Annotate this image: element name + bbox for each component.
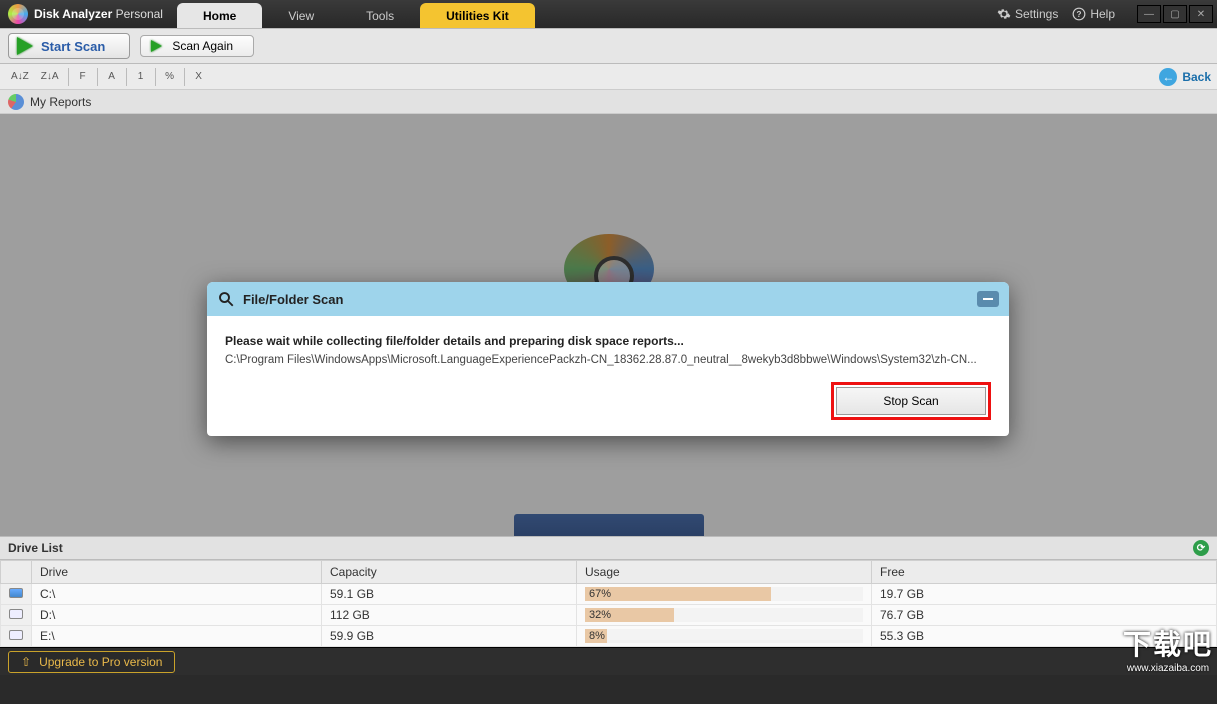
drive-name: E:\ (32, 626, 322, 647)
svg-text:?: ? (1077, 10, 1082, 19)
sort-asc-button[interactable]: A↓Z (6, 67, 34, 87)
app-logo-icon (8, 4, 28, 24)
separator (126, 68, 127, 86)
stop-scan-button[interactable]: Stop Scan (836, 387, 986, 415)
drive-list-header: Drive List ⟳ (0, 536, 1217, 560)
filter-f-button[interactable]: F (73, 67, 93, 87)
separator (68, 68, 69, 86)
gear-icon (997, 7, 1011, 21)
dialog-minimize-button[interactable] (977, 291, 999, 307)
app-name: Disk Analyzer Personal (34, 7, 163, 21)
help-label: Help (1090, 7, 1115, 21)
table-row[interactable]: C:\59.1 GB67%19.7 GB (1, 584, 1217, 605)
main-tabs: Home View Tools Utilities Kit (177, 3, 535, 28)
search-icon (217, 290, 235, 308)
drive-list-title: Drive List (8, 541, 63, 555)
dialog-current-path: C:\Program Files\WindowsApps\Microsoft.L… (225, 354, 991, 366)
drive-icon (9, 588, 23, 598)
drive-capacity: 59.9 GB (322, 626, 577, 647)
back-button[interactable]: ← Back (1159, 68, 1211, 86)
back-label: Back (1182, 70, 1211, 84)
back-arrow-icon: ← (1159, 68, 1177, 86)
tab-tools[interactable]: Tools (340, 3, 420, 28)
drive-free: 55.3 GB (872, 626, 1217, 647)
table-row[interactable]: D:\112 GB32%76.7 GB (1, 605, 1217, 626)
dialog-titlebar: File/Folder Scan (207, 282, 1009, 316)
start-scan-label: Start Scan (41, 39, 105, 54)
stop-scan-highlight: Stop Scan (831, 382, 991, 420)
upgrade-label: Upgrade to Pro version (39, 655, 162, 669)
upgrade-button[interactable]: ⇧ Upgrade to Pro version (8, 651, 175, 673)
ribbon-bar: Start Scan Scan Again (0, 28, 1217, 64)
drive-icon (9, 630, 23, 640)
window-maximize-button[interactable]: ▢ (1163, 5, 1187, 23)
drive-name: C:\ (32, 584, 322, 605)
dialog-title: File/Folder Scan (243, 292, 343, 307)
drive-usage: 32% (577, 605, 872, 626)
tool-strip: A↓Z Z↓A F A 1 % X ← Back (0, 64, 1217, 90)
scan-again-button[interactable]: Scan Again (140, 35, 254, 57)
separator (97, 68, 98, 86)
sort-desc-button[interactable]: Z↓A (36, 67, 64, 87)
drive-name: D:\ (32, 605, 322, 626)
my-reports-label: My Reports (30, 95, 91, 109)
window-close-button[interactable]: ✕ (1189, 5, 1213, 23)
separator (184, 68, 185, 86)
up-arrow-icon: ⇧ (21, 655, 31, 669)
dialog-message: Please wait while collecting file/folder… (225, 334, 991, 348)
tab-utilities-kit[interactable]: Utilities Kit (420, 3, 535, 28)
separator (155, 68, 156, 86)
settings-link[interactable]: Settings (993, 7, 1062, 21)
drive-free: 76.7 GB (872, 605, 1217, 626)
drive-capacity: 112 GB (322, 605, 577, 626)
scan-progress-dialog: File/Folder Scan Please wait while colle… (207, 282, 1009, 436)
filter-pct-button[interactable]: % (160, 67, 180, 87)
col-usage[interactable]: Usage (577, 561, 872, 584)
help-link[interactable]: ? Help (1068, 7, 1119, 21)
window-minimize-button[interactable]: — (1137, 5, 1161, 23)
tab-home[interactable]: Home (177, 3, 262, 28)
drive-icon (9, 609, 23, 619)
filter-x-button[interactable]: X (189, 67, 209, 87)
refresh-icon[interactable]: ⟳ (1193, 540, 1209, 556)
play-icon (17, 37, 33, 55)
filter-a-button[interactable]: A (102, 67, 122, 87)
drive-capacity: 59.1 GB (322, 584, 577, 605)
col-icon[interactable] (1, 561, 32, 584)
tab-view[interactable]: View (262, 3, 340, 28)
drive-usage: 8% (577, 626, 872, 647)
upgrade-bar: ⇧ Upgrade to Pro version (0, 647, 1217, 675)
settings-label: Settings (1015, 7, 1058, 21)
play-icon (151, 40, 162, 52)
table-row[interactable]: E:\59.9 GB8%55.3 GB (1, 626, 1217, 647)
drive-icon-cell (1, 605, 32, 626)
scan-again-label: Scan Again (172, 39, 233, 53)
filter-1-button[interactable]: 1 (131, 67, 151, 87)
pie-chart-icon (8, 94, 24, 110)
drive-icon-cell (1, 626, 32, 647)
start-scan-button[interactable]: Start Scan (8, 33, 130, 59)
drive-table: Drive Capacity Usage Free C:\59.1 GB67%1… (0, 560, 1217, 647)
drive-usage: 67% (577, 584, 872, 605)
help-icon: ? (1072, 7, 1086, 21)
drive-icon-cell (1, 584, 32, 605)
my-reports-bar[interactable]: My Reports (0, 90, 1217, 114)
col-drive[interactable]: Drive (32, 561, 322, 584)
drive-free: 19.7 GB (872, 584, 1217, 605)
col-free[interactable]: Free (872, 561, 1217, 584)
col-capacity[interactable]: Capacity (322, 561, 577, 584)
title-bar: Disk Analyzer Personal Home View Tools U… (0, 0, 1217, 28)
